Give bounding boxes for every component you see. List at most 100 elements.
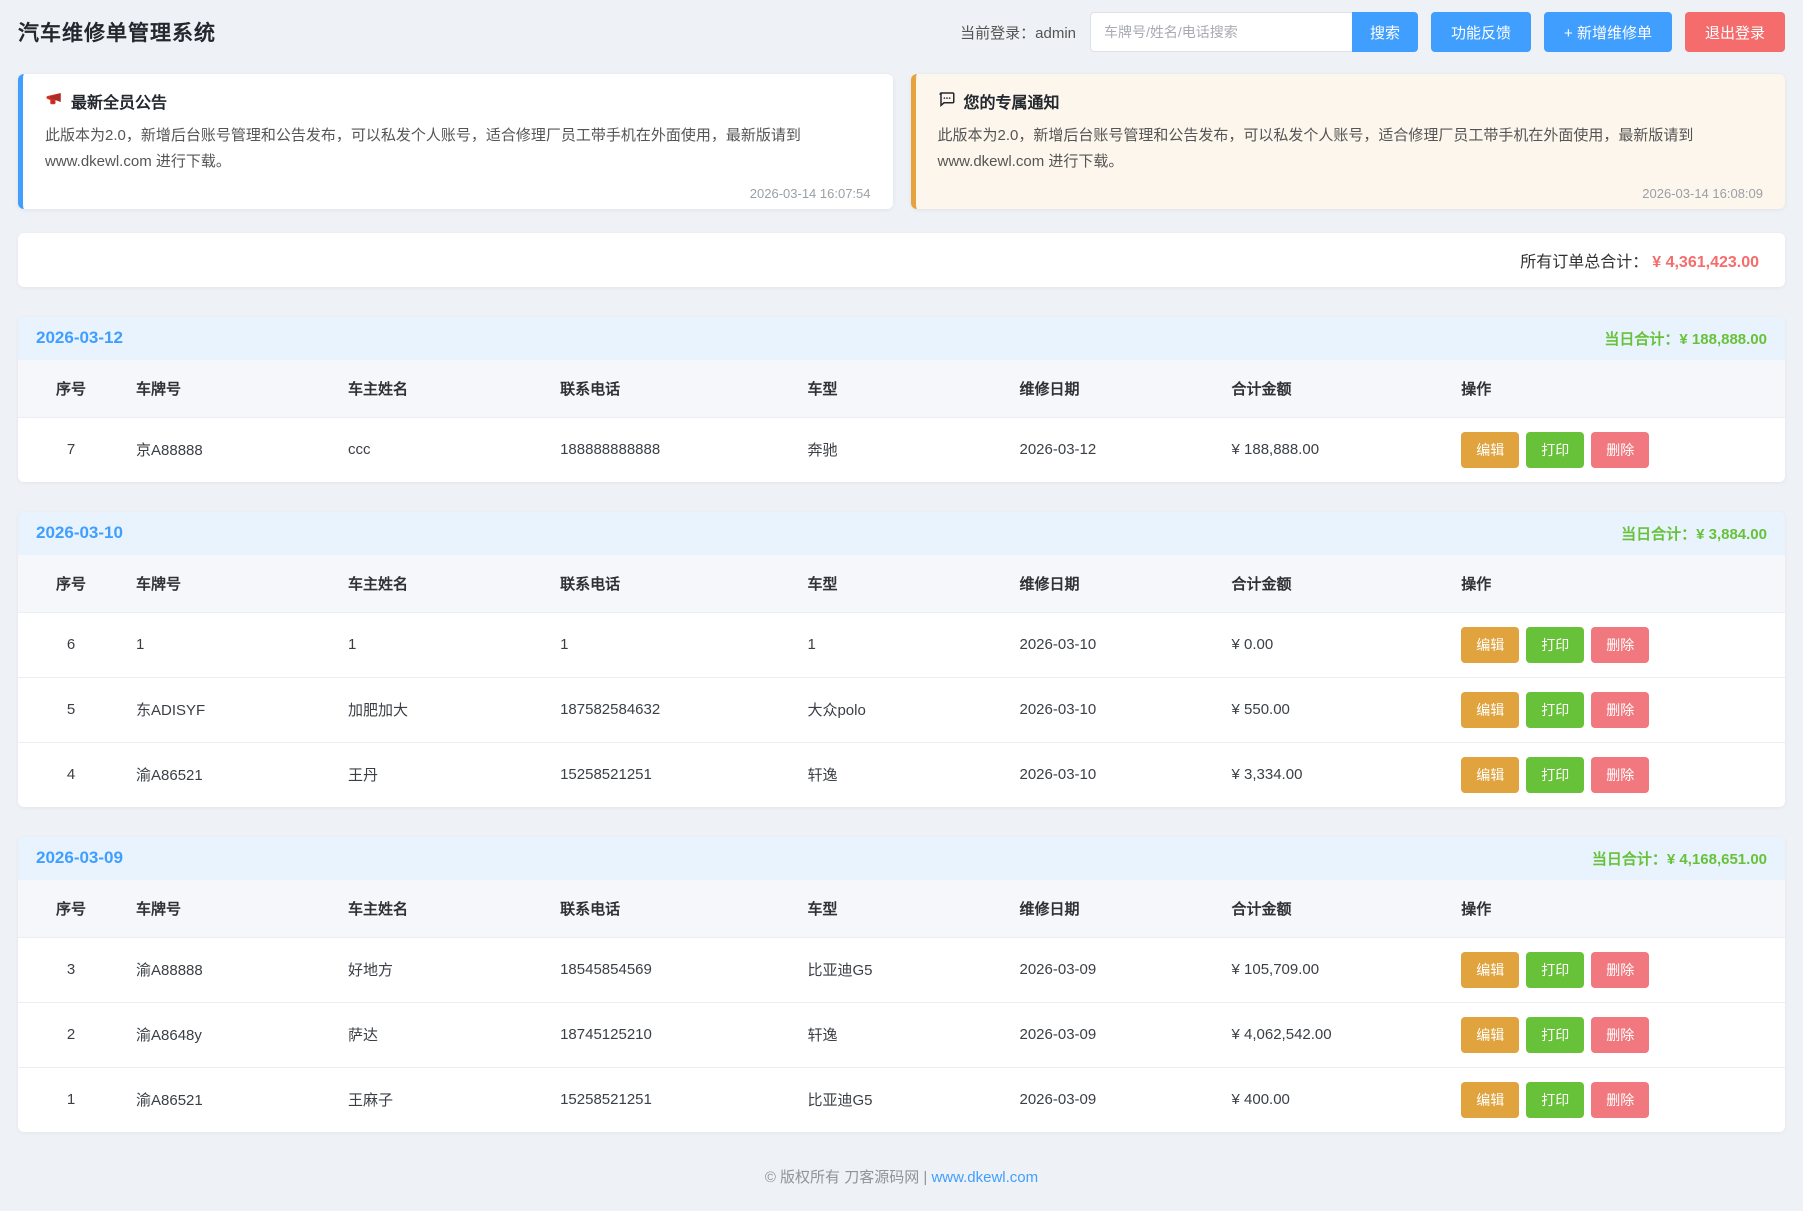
cell-amount: ¥ 4,062,542.00 — [1220, 1002, 1450, 1067]
print-button[interactable]: 打印 — [1526, 692, 1584, 728]
cell-model: 1 — [795, 612, 1007, 677]
print-button[interactable]: 打印 — [1526, 952, 1584, 988]
cell-model: 比亚迪G5 — [795, 937, 1007, 1002]
table-row: 4 渝A86521 王丹 15258521251 轩逸 2026-03-10 ¥… — [18, 742, 1785, 807]
col-header-ops: 操作 — [1449, 880, 1785, 938]
personal-notice-timestamp: 2026-03-14 16:08:09 — [938, 186, 1764, 201]
delete-button[interactable]: 删除 — [1591, 952, 1649, 988]
cell-amount: ¥ 550.00 — [1220, 677, 1450, 742]
cell-phone: 1 — [548, 612, 795, 677]
cell-owner: 王丹 — [336, 742, 548, 807]
cell-date: 2026-03-10 — [1007, 677, 1219, 742]
table-row: 5 东ADISYF 加肥加大 187582584632 大众polo 2026-… — [18, 677, 1785, 742]
cell-date: 2026-03-10 — [1007, 742, 1219, 807]
day-total-label: 当日合计： — [1604, 331, 1679, 348]
cell-owner: ccc — [336, 417, 548, 482]
col-header-index: 序号 — [18, 880, 124, 938]
cell-plate: 京A88888 — [124, 417, 336, 482]
speech-bubble-icon — [938, 90, 956, 113]
day-total-label: 当日合计： — [1621, 526, 1696, 543]
cell-model: 奔驰 — [795, 417, 1007, 482]
table-row: 1 渝A86521 王麻子 15258521251 比亚迪G5 2026-03-… — [18, 1067, 1785, 1132]
announcement-title: 最新全员公告 — [71, 89, 167, 113]
edit-button[interactable]: 编辑 — [1461, 432, 1519, 468]
delete-button[interactable]: 删除 — [1591, 627, 1649, 663]
edit-button[interactable]: 编辑 — [1461, 1017, 1519, 1053]
personal-notice-card: 您的专属通知 此版本为2.0，新增后台账号管理和公告发布，可以私发个人账号，适合… — [911, 74, 1786, 209]
day-total: 当日合计：¥ 4,168,651.00 — [1592, 848, 1767, 869]
day-section-2026-03-12: 2026-03-12 当日合计：¥ 188,888.00 序号 车牌号 车主姓名… — [18, 317, 1785, 482]
cell-amount: ¥ 3,334.00 — [1220, 742, 1450, 807]
delete-button[interactable]: 删除 — [1591, 432, 1649, 468]
col-header-phone: 联系电话 — [548, 360, 795, 418]
day-date: 2026-03-10 — [36, 523, 123, 543]
topbar-right: 当前登录：admin 搜索 功能反馈 + 新增维修单 退出登录 — [960, 12, 1785, 52]
copyright-text: © 版权所有 刀客源码网 — [765, 1169, 919, 1186]
col-header-index: 序号 — [18, 555, 124, 613]
cell-model: 比亚迪G5 — [795, 1067, 1007, 1132]
search-group: 搜索 — [1090, 12, 1418, 52]
edit-button[interactable]: 编辑 — [1461, 627, 1519, 663]
add-repair-order-button[interactable]: + 新增维修单 — [1544, 12, 1672, 52]
search-button[interactable]: 搜索 — [1352, 12, 1418, 52]
col-header-model: 车型 — [795, 360, 1007, 418]
col-header-amount: 合计金额 — [1220, 360, 1450, 418]
cell-phone: 187582584632 — [548, 677, 795, 742]
orders-table: 序号 车牌号 车主姓名 联系电话 车型 维修日期 合计金额 操作 6 1 1 1… — [18, 555, 1785, 807]
delete-button[interactable]: 删除 — [1591, 1017, 1649, 1053]
feedback-button[interactable]: 功能反馈 — [1431, 12, 1531, 52]
col-header-index: 序号 — [18, 360, 124, 418]
megaphone-icon — [45, 90, 63, 113]
orders-table: 序号 车牌号 车主姓名 联系电话 车型 维修日期 合计金额 操作 3 渝A888… — [18, 880, 1785, 1132]
edit-button[interactable]: 编辑 — [1461, 952, 1519, 988]
cell-date: 2026-03-09 — [1007, 1002, 1219, 1067]
print-button[interactable]: 打印 — [1526, 1082, 1584, 1118]
grand-total-label: 所有订单总合计： — [1520, 254, 1648, 271]
footer: © 版权所有 刀客源码网 | www.dkewl.com — [0, 1132, 1803, 1211]
search-input[interactable] — [1090, 12, 1352, 52]
cell-model: 轩逸 — [795, 1002, 1007, 1067]
footer-link[interactable]: www.dkewl.com — [931, 1169, 1038, 1186]
edit-button[interactable]: 编辑 — [1461, 757, 1519, 793]
cell-phone: 15258521251 — [548, 1067, 795, 1132]
announcement-timestamp: 2026-03-14 16:07:54 — [45, 186, 871, 201]
cell-index: 1 — [18, 1067, 124, 1132]
cell-index: 5 — [18, 677, 124, 742]
day-total-amount: ¥ 3,884.00 — [1696, 526, 1767, 543]
print-button[interactable]: 打印 — [1526, 757, 1584, 793]
print-button[interactable]: 打印 — [1526, 432, 1584, 468]
day-total-amount: ¥ 4,168,651.00 — [1667, 851, 1767, 868]
delete-button[interactable]: 删除 — [1591, 692, 1649, 728]
cell-phone: 15258521251 — [548, 742, 795, 807]
cell-ops: 编辑打印删除 — [1449, 612, 1785, 677]
table-row: 3 渝A88888 好地方 18545854569 比亚迪G5 2026-03-… — [18, 937, 1785, 1002]
cell-owner: 好地方 — [336, 937, 548, 1002]
col-header-date: 维修日期 — [1007, 880, 1219, 938]
cell-date: 2026-03-10 — [1007, 612, 1219, 677]
notices-row: 最新全员公告 此版本为2.0，新增后台账号管理和公告发布，可以私发个人账号，适合… — [18, 74, 1785, 209]
logout-button[interactable]: 退出登录 — [1685, 12, 1785, 52]
table-header-row: 序号 车牌号 车主姓名 联系电话 车型 维修日期 合计金额 操作 — [18, 360, 1785, 418]
print-button[interactable]: 打印 — [1526, 1017, 1584, 1053]
col-header-model: 车型 — [795, 880, 1007, 938]
cell-owner: 王麻子 — [336, 1067, 548, 1132]
cell-date: 2026-03-09 — [1007, 937, 1219, 1002]
cell-ops: 编辑打印删除 — [1449, 1067, 1785, 1132]
day-section-2026-03-09: 2026-03-09 当日合计：¥ 4,168,651.00 序号 车牌号 车主… — [18, 837, 1785, 1132]
edit-button[interactable]: 编辑 — [1461, 1082, 1519, 1118]
cell-date: 2026-03-09 — [1007, 1067, 1219, 1132]
cell-plate: 东ADISYF — [124, 677, 336, 742]
col-header-ops: 操作 — [1449, 555, 1785, 613]
edit-button[interactable]: 编辑 — [1461, 692, 1519, 728]
cell-plate: 1 — [124, 612, 336, 677]
day-header: 2026-03-12 当日合计：¥ 188,888.00 — [18, 317, 1785, 360]
topbar: 汽车维修单管理系统 当前登录：admin 搜索 功能反馈 + 新增维修单 退出登… — [0, 0, 1803, 64]
col-header-date: 维修日期 — [1007, 555, 1219, 613]
print-button[interactable]: 打印 — [1526, 627, 1584, 663]
delete-button[interactable]: 删除 — [1591, 1082, 1649, 1118]
grand-total-amount: ¥ 4,361,423.00 — [1652, 254, 1759, 271]
col-header-date: 维修日期 — [1007, 360, 1219, 418]
delete-button[interactable]: 删除 — [1591, 757, 1649, 793]
announcement-title-row: 最新全员公告 — [45, 89, 871, 113]
cell-ops: 编辑打印删除 — [1449, 677, 1785, 742]
